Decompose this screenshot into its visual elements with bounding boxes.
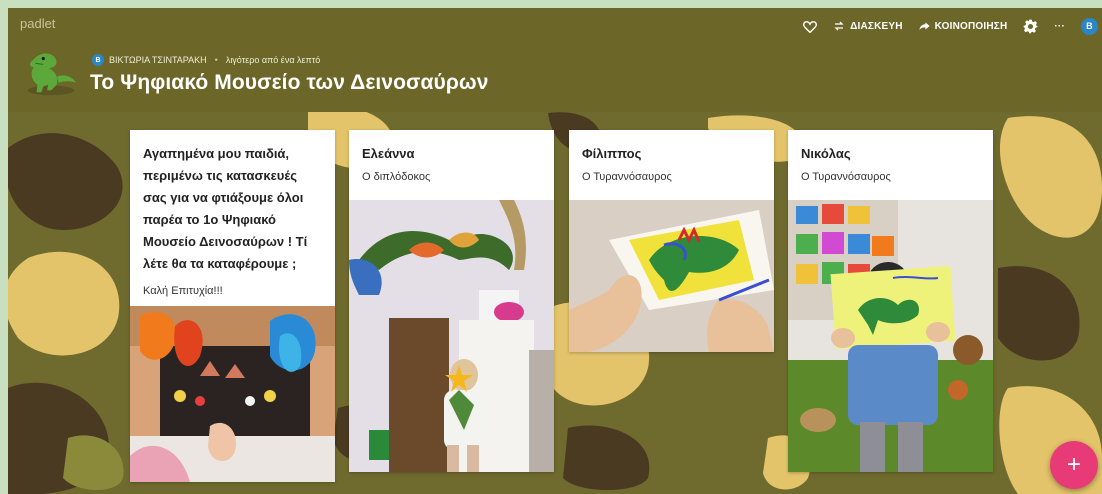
remake-button[interactable]: ΔΙΑΣΚΕΥΗ: [833, 21, 903, 32]
share-arrow-icon: [919, 22, 930, 31]
share-button[interactable]: ΚΟΙΝΟΠΟΙΗΣΗ: [919, 21, 1008, 32]
user-avatar[interactable]: B: [1081, 17, 1098, 35]
add-post-button[interactable]: +: [1050, 441, 1098, 489]
post-card[interactable]: Αγαπημένα μου παιδιά, περιμένω τις κατασ…: [130, 130, 335, 482]
remake-icon: [834, 21, 844, 31]
dinosaur-icon: [27, 53, 77, 96]
post-card[interactable]: Φίλιππος Ο Τυραννόσαυρος: [569, 130, 774, 352]
post-title: Νικόλας: [801, 146, 851, 161]
post-subtitle: Ο διπλόδοκος: [362, 171, 431, 183]
post-title: Αγαπημένα μου παιδιά, περιμένω τις κατασ…: [143, 146, 308, 271]
like-button[interactable]: [803, 20, 818, 33]
post-subtitle: Ο Τυραννόσαυρος: [582, 171, 672, 183]
meta-separator: •: [214, 55, 218, 65]
post-time: λιγότερο από ένα λεπτό: [225, 55, 321, 65]
post-body: Καλή Επιτυχία!!!: [143, 285, 223, 297]
board-meta: B ΒΙΚΤΩΡΙΑ ΤΣΙΝΤΑΡΑΚΗ • λιγότερο από ένα…: [92, 54, 320, 66]
post-title: Φίλιππος: [582, 146, 642, 161]
board-title: Το Ψηφιακό Μουσείο των Δεινοσαύρων: [90, 71, 489, 94]
post-photo[interactable]: [569, 200, 774, 352]
padlet-board: padlet ΔΙΑΣΚΕΥΗ ΚΟΙΝΟΠΟΙΗΣΗ ··· B B ΒΙΚΤ…: [8, 8, 1102, 494]
post-subtitle: Ο Τυραννόσαυρος: [801, 171, 891, 183]
post-photo[interactable]: [349, 200, 554, 472]
post-photo[interactable]: [788, 200, 993, 472]
heart-icon: [803, 20, 818, 33]
author-name: ΒΙΚΤΩΡΙΑ ΤΣΙΝΤΑΡΑΚΗ: [109, 55, 207, 65]
post-card[interactable]: Ελεάννα Ο διπλόδοκος: [349, 130, 554, 472]
remake-label: ΔΙΑΣΚΕΥΗ: [850, 20, 903, 32]
share-label: ΚΟΙΝΟΠΟΙΗΣΗ: [934, 20, 1008, 32]
padlet-logo[interactable]: padlet: [20, 16, 55, 31]
gear-icon: [1024, 19, 1038, 33]
settings-button[interactable]: [1023, 19, 1038, 34]
post-photo[interactable]: [130, 306, 335, 482]
post-title: Ελεάννα: [362, 146, 415, 161]
board-header: padlet ΔΙΑΣΚΕΥΗ ΚΟΙΝΟΠΟΙΗΣΗ ··· B B ΒΙΚΤ…: [8, 8, 1102, 112]
post-card[interactable]: Νικόλας Ο Τυραννόσαυρος: [788, 130, 993, 472]
author-avatar: B: [92, 54, 104, 66]
top-toolbar: ΔΙΑΣΚΕΥΗ ΚΟΙΝΟΠΟΙΗΣΗ ··· B: [803, 16, 1102, 36]
more-icon: ···: [1054, 20, 1065, 32]
more-button[interactable]: ···: [1054, 21, 1065, 32]
